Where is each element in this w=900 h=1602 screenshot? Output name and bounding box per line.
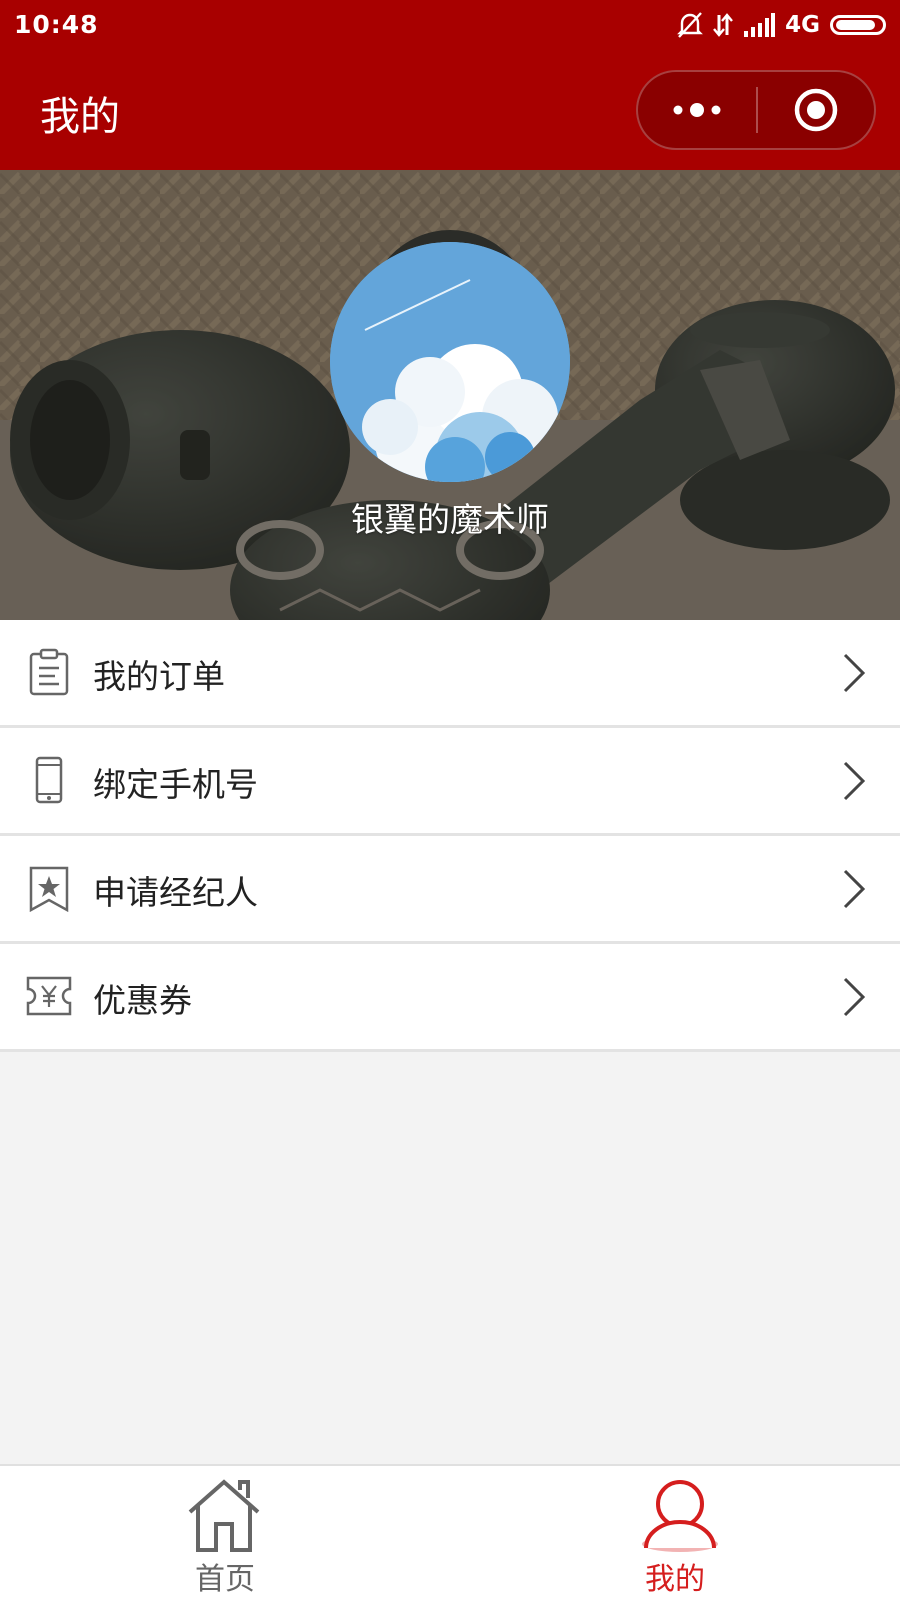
avatar[interactable] xyxy=(330,242,570,482)
menu-item-apply-agent[interactable]: 申请经纪人 xyxy=(0,836,900,944)
signal-bars-icon xyxy=(744,13,776,37)
menu-item-coupons[interactable]: 优惠券 xyxy=(0,944,900,1052)
profile-menu: 我的订单 绑定手机号 申请经纪人 优惠券 xyxy=(0,620,900,1052)
data-arrows-icon xyxy=(713,13,734,37)
phone-icon xyxy=(35,756,63,804)
star-bookmark-icon xyxy=(29,866,69,912)
menu-item-bind-phone[interactable]: 绑定手机号 xyxy=(0,728,900,836)
network-type: 4G xyxy=(785,12,820,38)
chevron-right-icon xyxy=(843,869,866,909)
close-button[interactable] xyxy=(758,72,874,148)
chevron-right-icon xyxy=(843,653,866,693)
menu-item-label: 申请经纪人 xyxy=(93,873,258,912)
mute-bell-icon xyxy=(677,12,704,38)
avatar-cloud-image xyxy=(330,242,570,482)
user-icon xyxy=(642,1480,718,1552)
miniprogram-capsule xyxy=(636,70,876,150)
more-button[interactable] xyxy=(638,72,756,148)
menu-item-label: 优惠券 xyxy=(93,981,192,1020)
page-title: 我的 xyxy=(40,94,120,140)
tab-label: 我的 xyxy=(645,1562,705,1597)
tab-home[interactable]: 首页 xyxy=(0,1466,450,1602)
chevron-right-icon xyxy=(843,977,866,1017)
status-icons: 4G xyxy=(677,10,886,40)
tab-bar: 首页 我的 xyxy=(0,1464,900,1602)
profile-banner: 银翼的魔术师 xyxy=(0,170,900,620)
close-target-icon xyxy=(794,88,838,132)
clipboard-icon xyxy=(29,648,69,696)
home-icon xyxy=(188,1479,260,1552)
status-time: 10:48 xyxy=(14,10,99,39)
menu-item-label: 我的订单 xyxy=(93,657,225,696)
chevron-right-icon xyxy=(843,761,866,801)
menu-item-label: 绑定手机号 xyxy=(93,765,258,804)
battery-icon xyxy=(830,15,886,35)
tab-mine[interactable]: 我的 xyxy=(450,1466,900,1602)
username: 银翼的魔术师 xyxy=(351,500,549,539)
menu-item-my-orders[interactable]: 我的订单 xyxy=(0,620,900,728)
tab-label: 首页 xyxy=(195,1562,255,1597)
coupon-yen-icon xyxy=(26,976,72,1016)
more-dots-icon xyxy=(673,103,721,117)
status-bar: 10:48 4G xyxy=(0,0,900,50)
